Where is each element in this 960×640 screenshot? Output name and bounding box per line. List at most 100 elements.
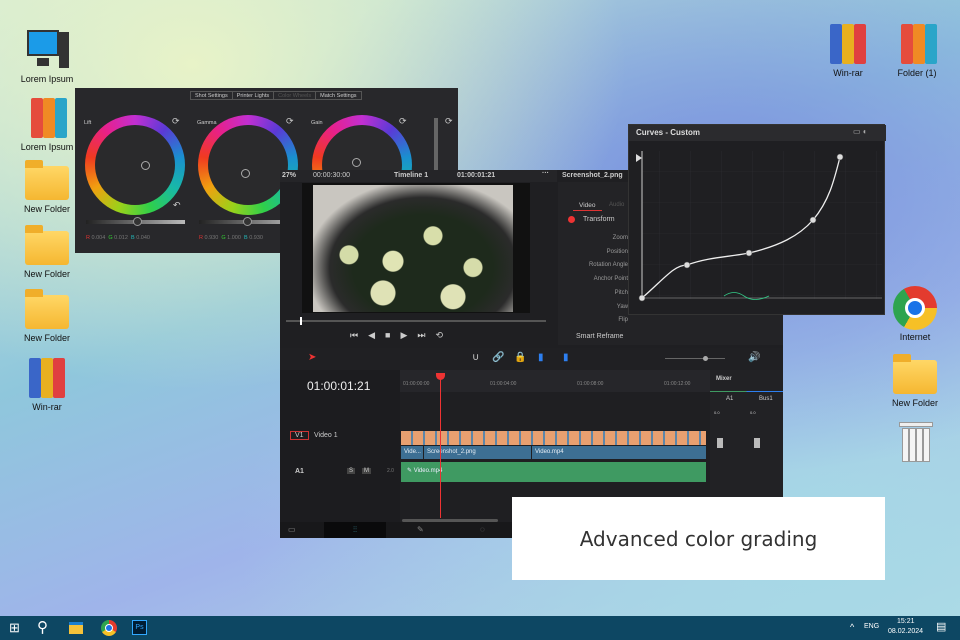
play-icon[interactable]: ▶ [400, 330, 407, 341]
desktop-icon-winrar-right[interactable]: Win-rar [813, 22, 883, 78]
master-slider[interactable] [434, 118, 438, 173]
more-icon[interactable]: ··· [542, 170, 549, 177]
recycle-bin-icon[interactable] [899, 420, 933, 464]
folder-icon [25, 287, 69, 331]
desktop-icon-new-folder-2[interactable]: New Folder [12, 223, 82, 279]
timeline-ruler[interactable]: 01:00:00:00 01:00:04:00 01:00:08:00 01:0… [400, 370, 710, 392]
desktop-icon-lorem-ipsum-2[interactable]: Lorem Ipsum [12, 96, 82, 152]
folder-icon [25, 158, 69, 202]
language-indicator[interactable]: ENG [864, 623, 879, 630]
volume-icon[interactable]: 🔊 [748, 352, 760, 363]
desktop-icon-winrar[interactable]: Win-rar [12, 356, 82, 412]
lift-master-slider[interactable] [86, 217, 185, 226]
zoom-level[interactable]: 27% [282, 172, 296, 179]
edit-toolbar: ➤ ∪ 🔗 🔒 ▮ ▮ 🔊 [280, 348, 783, 370]
chrome-icon [893, 286, 937, 330]
fusion-page-icon[interactable]: ✎ [417, 525, 424, 534]
position-row: Position [606, 248, 628, 255]
desktop-icon-new-folder-3[interactable]: New Folder [12, 287, 82, 343]
anchor-row: Anchor Point [593, 276, 628, 283]
mixer-panel: Mixer A1 Bus1 0.0 0.0 [710, 370, 783, 500]
desktop-icon-new-folder-right[interactable]: New Folder [880, 352, 950, 408]
notification-icon[interactable]: ▤ [936, 620, 946, 633]
tab-shot-settings[interactable]: Shot Settings [191, 92, 233, 99]
desktop-icon-internet[interactable]: Internet [880, 286, 950, 342]
caption-text: Advanced color grading [579, 526, 818, 551]
mute-button[interactable]: M [362, 468, 371, 474]
tab-color-wheels[interactable]: Color Wheels [274, 92, 317, 99]
audio-tab[interactable]: Audio [609, 202, 624, 208]
computer-icon [25, 28, 69, 72]
audio-clip[interactable]: ✎ Video.mp4 [401, 462, 706, 482]
loop-icon[interactable]: ⟲ [436, 330, 444, 341]
edit-page-icon[interactable]: ⫶⫶ [324, 522, 386, 538]
marker-icon[interactable]: ▮ [563, 352, 569, 363]
reset-icon[interactable]: ⟳ [172, 116, 180, 127]
transform-toggle-icon[interactable] [568, 216, 575, 223]
fader-bus1[interactable] [754, 438, 760, 448]
link-icon[interactable]: 🔗 [492, 352, 504, 363]
snap-icon[interactable]: ∪ [472, 352, 479, 363]
flag-icon[interactable]: ▮ [538, 352, 544, 363]
skip-forward-icon[interactable]: ⏭ [417, 330, 425, 341]
playhead[interactable] [440, 374, 441, 518]
desktop-icon-lorem-ipsum-1[interactable]: Lorem Ipsum [12, 28, 82, 84]
reset-icon[interactable]: ⟳ [286, 116, 294, 127]
step-back-icon[interactable]: ◀ [368, 330, 375, 341]
timeline-timecode: 01:00:01:21 [307, 379, 371, 393]
viewer-frame [302, 183, 530, 313]
ruler-label: 01:00:08:00 [577, 381, 604, 387]
video-track: Vide... Screenshot_2.png Video.mp4 [401, 431, 706, 459]
file-explorer-icon[interactable] [69, 622, 83, 634]
clock-date[interactable]: 08.02.2024 [888, 628, 923, 635]
ruler-label: 01:00:00:00 [403, 381, 430, 387]
reset-icon[interactable]: ⟳ [445, 116, 453, 127]
undo-icon[interactable]: ↶ [173, 200, 181, 211]
tab-match-settings[interactable]: Match Settings [316, 92, 360, 99]
curves-window: Curves - Custom ▭ ◐ [628, 124, 886, 316]
start-icon[interactable]: ⊞ [9, 620, 20, 636]
tab-printer-lights[interactable]: Printer Lights [233, 92, 275, 99]
smart-reframe-section[interactable]: Smart Reframe [576, 333, 623, 340]
video-tab[interactable]: Video [573, 202, 602, 211]
folder-icon [25, 223, 69, 267]
scrub-bar[interactable] [286, 317, 546, 325]
skip-back-icon[interactable]: ⏮ [350, 330, 358, 341]
v1-label[interactable]: V1 [290, 431, 309, 440]
lock-icon[interactable]: 🔒 [514, 352, 526, 363]
lift-wheel[interactable] [85, 115, 185, 215]
clip-label: Screenshot_2.png [427, 449, 476, 455]
clip-video-short[interactable]: Vide... [401, 446, 423, 459]
clip-label: Video.mp4 [535, 449, 564, 455]
chrome-taskbar-icon[interactable] [101, 620, 117, 636]
solo-button[interactable]: S [347, 468, 356, 474]
winrar-icon [25, 356, 69, 400]
search-icon[interactable]: ⚲ [37, 618, 48, 636]
color-page-icon[interactable]: ◌ [480, 525, 485, 534]
clock-time[interactable]: 15:21 [897, 618, 915, 625]
reset-icon[interactable]: ⟳ [399, 116, 407, 127]
desktop-icon-folder-1[interactable]: Folder (1) [882, 22, 952, 78]
curves-title: Curves - Custom [636, 128, 701, 137]
tray-chevron-icon[interactable]: ^ [850, 622, 854, 632]
photoshop-icon[interactable]: Ps [132, 620, 147, 635]
taskbar: ⊞ ⚲ Ps ^ ENG 15:21 08.02.2024 ▤ [0, 616, 960, 640]
desktop-icon-label: New Folder [23, 269, 70, 279]
desktop-icon-label: Folder (1) [897, 68, 937, 78]
lift-label: Lift [84, 120, 92, 126]
zoom-slider[interactable] [665, 356, 725, 361]
timeline-selector[interactable]: Timeline 1 [394, 172, 428, 179]
mixer-channel-bus1: Bus1 [759, 396, 773, 402]
stop-icon[interactable]: ■ [385, 330, 390, 341]
transform-section[interactable]: Transform [583, 216, 615, 223]
curves-graph[interactable] [629, 141, 886, 316]
select-tool-icon[interactable]: ➤ [308, 352, 316, 363]
fader-a1[interactable] [717, 438, 723, 448]
binders-icon [895, 22, 939, 66]
curve-handle-icon [636, 154, 642, 162]
mixer-channel-a1: A1 [726, 396, 734, 402]
curves-menu-icon[interactable]: ▭ ◐ [853, 127, 868, 136]
desktop-icon-new-folder-1[interactable]: New Folder [12, 158, 82, 214]
clip-video-mp4[interactable]: Video.mp4 [532, 446, 706, 459]
media-page-icon[interactable]: ▭ [288, 525, 296, 534]
